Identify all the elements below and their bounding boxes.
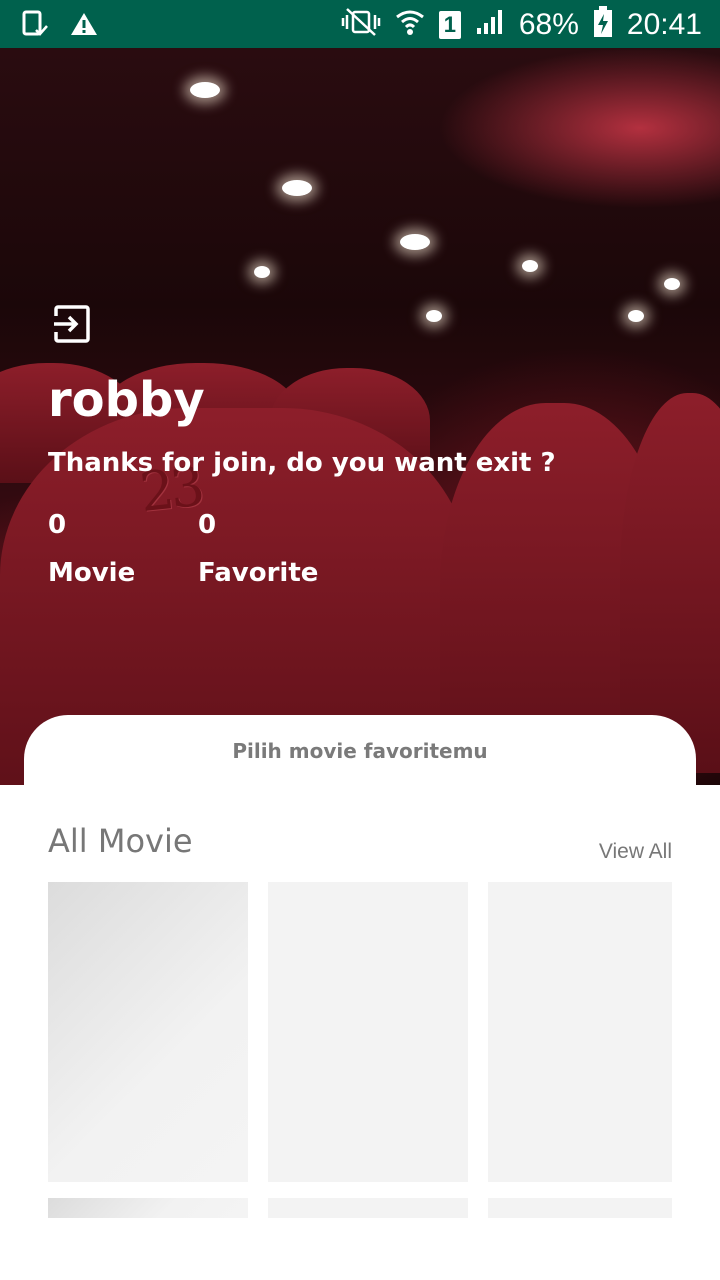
stat-favorite-label: Favorite	[198, 558, 319, 588]
movie-title-placeholder	[488, 1198, 672, 1218]
signal-icon	[475, 8, 505, 41]
battery-level: 68%	[518, 7, 579, 41]
stat-movie: 0 Movie	[48, 510, 135, 588]
movie-poster-placeholder[interactable]	[48, 882, 248, 1182]
stat-favorite: 0 Favorite	[198, 510, 318, 588]
exit-icon[interactable]	[52, 304, 92, 344]
clock: 20:41	[626, 7, 702, 41]
stat-movie-label: Movie	[48, 558, 136, 588]
movie-title-placeholder	[48, 1198, 248, 1218]
stat-favorite-count: 0	[198, 510, 217, 540]
movie-poster-placeholder[interactable]	[268, 882, 468, 1182]
phone-check-icon	[22, 10, 48, 43]
section-title: All Movie	[48, 822, 193, 860]
view-all-link[interactable]: View All	[599, 840, 672, 864]
vibrate-icon	[341, 7, 381, 42]
status-bar: 1 68% 20:41	[0, 0, 720, 48]
movie-title-placeholder	[268, 1198, 468, 1218]
wifi-icon	[395, 7, 425, 42]
sim-icon: 1	[438, 10, 461, 39]
username: robby	[48, 372, 205, 428]
exit-prompt: Thanks for join, do you want exit ?	[48, 448, 556, 478]
profile-hero: 23 robby Thanks for join, do you want ex…	[0, 48, 720, 785]
favorite-prompt-card: Pilih movie favoritemu	[24, 715, 696, 815]
favorite-prompt-text: Pilih movie favoritemu	[232, 739, 488, 763]
battery-charging-icon	[593, 6, 613, 43]
warning-icon	[70, 11, 98, 42]
movie-poster-placeholder[interactable]	[488, 882, 672, 1182]
stat-movie-count: 0	[48, 510, 67, 540]
